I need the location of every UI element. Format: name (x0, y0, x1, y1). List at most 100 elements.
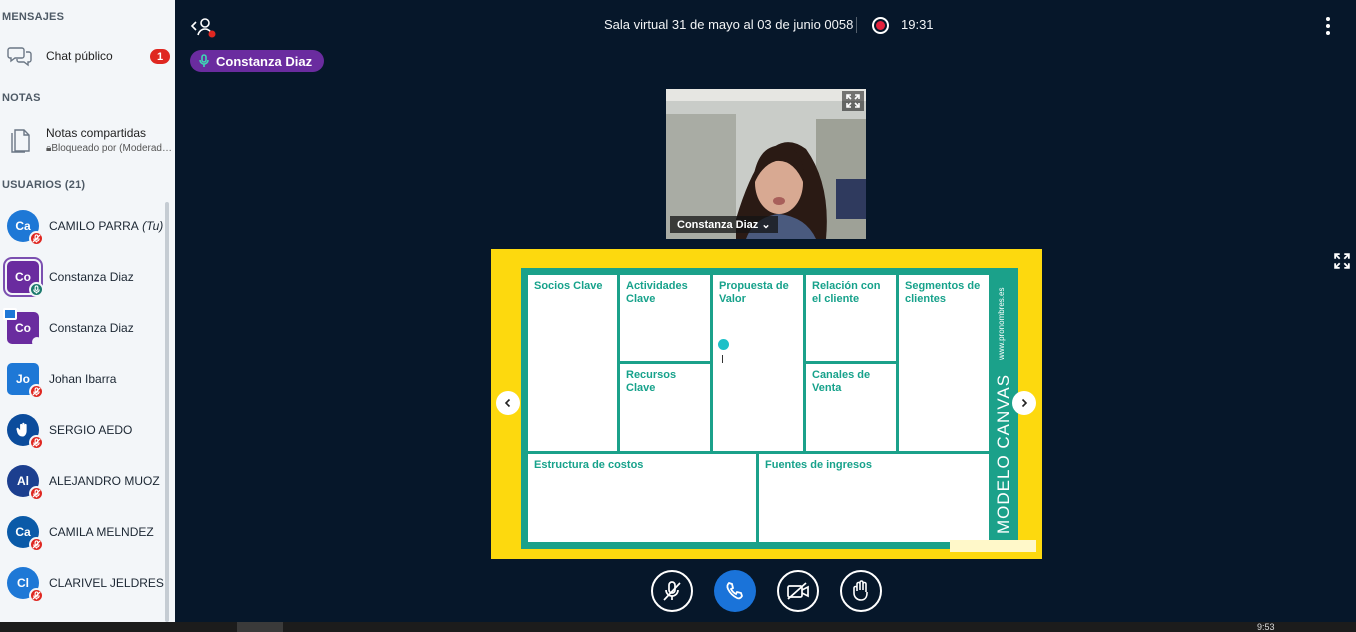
options-menu-button[interactable] (1318, 15, 1338, 37)
business-model-canvas: Socios Clave Actividades Clave Recursos … (521, 268, 1018, 549)
microphone-muted-icon (29, 588, 44, 603)
webcam-name-label[interactable]: Constanza Diaz ⌄ (670, 216, 778, 233)
cell-recursos: Recursos Clave (620, 364, 710, 451)
notes-section-title: NOTAS (2, 92, 41, 104)
avatar-initials: Al (17, 474, 29, 488)
taskbar-app-button[interactable] (237, 622, 283, 632)
toggle-user-list-button[interactable] (189, 14, 219, 40)
user-list-item[interactable]: Jo Johan Ibarra (0, 354, 166, 404)
chat-bubbles-icon (6, 42, 34, 70)
slide-toolbar[interactable] (950, 540, 1036, 552)
avatar (7, 414, 44, 450)
status-dot (32, 337, 42, 347)
user-list-item[interactable]: Co Constanza Diaz (0, 252, 166, 302)
microphone-muted-icon (29, 537, 44, 552)
user-list-item[interactable]: Al ALEJANDRO MUOZ (0, 456, 166, 506)
you-marker: (Tu) (138, 219, 164, 233)
user-name: ALEJANDRO MUOZ (49, 474, 160, 488)
user-name-text: CAMILO PARRA (49, 219, 139, 233)
user-list-item[interactable]: Ca CAMILO PARRA (Tu) (0, 201, 166, 251)
cell-socios-label: Socios Clave (534, 280, 603, 292)
shared-notes-item[interactable]: Notas compartidas 🔒︎Bloqueado por (Moder… (0, 122, 175, 158)
user-name: Constanza Diaz (49, 270, 134, 284)
shared-notes-status: Bloqueado por (Moderad… (51, 143, 172, 154)
cell-fuentes-label: Fuentes de ingresos (765, 459, 872, 471)
user-list-item[interactable]: SERGIO AEDO (0, 405, 166, 455)
microphone-muted-icon (663, 581, 681, 601)
cell-segmentos-label: Segmentos de clientes (905, 280, 981, 305)
hand-icon (853, 580, 868, 601)
users-section-title: USUARIOS (21) (2, 179, 86, 191)
public-chat-label: Chat público (46, 49, 113, 63)
user-name: CLARIVEL JELDRES (49, 576, 164, 590)
avatar-initials: Ca (15, 525, 31, 539)
avatar: Jo (7, 363, 44, 399)
user-name: Johan Ibarra (49, 372, 116, 386)
presentation-fullscreen-button[interactable] (1334, 253, 1350, 274)
user-list-panel: MENSAJES Chat público 1 NOTAS Notas comp… (0, 0, 175, 622)
cell-recursos-label: Recursos Clave (626, 369, 677, 394)
room-title: Sala virtual 31 de mayo al 03 de junio 0… (604, 17, 854, 32)
cell-estructura: Estructura de costos (528, 454, 756, 542)
user-name-text: Johan Ibarra (49, 372, 117, 386)
avatar: Al (7, 465, 44, 501)
os-taskbar: 9:53 (0, 622, 1356, 632)
avatar: Ca (7, 210, 44, 246)
cursor-pointer-dot (718, 339, 729, 350)
cell-propuesta: Propuesta de Valor (713, 275, 803, 451)
raise-hand-button[interactable] (840, 570, 882, 612)
expand-icon (1334, 253, 1350, 269)
talking-indicator[interactable]: Constanza Diaz (190, 50, 325, 72)
user-list-item[interactable]: Co Constanza Diaz (0, 303, 166, 353)
document-icon (6, 126, 34, 154)
chevron-down-icon: ⌄ (761, 219, 771, 231)
cell-estructura-label: Estructura de costos (534, 459, 644, 471)
user-list-item[interactable]: Ca CAMILA MELNDEZ (0, 507, 166, 557)
canvas-vertical-title: MODELO CANVAS (994, 373, 1013, 534)
webcam-fullscreen-button[interactable] (842, 91, 864, 111)
phone-icon (726, 581, 743, 600)
microphone-muted-icon (29, 231, 44, 246)
cell-propuesta-label: Propuesta de Valor (719, 280, 789, 305)
recording-time: 19:31 (901, 17, 934, 32)
user-name-text: Constanza Diaz (49, 270, 134, 284)
recording-indicator-icon[interactable] (872, 17, 889, 34)
user-name-text: ALEJANDRO MUOZ (49, 474, 160, 488)
unread-badge: 1 (150, 49, 170, 64)
avatar: Ca (7, 516, 44, 552)
user-name: CAMILA MELNDEZ (49, 525, 154, 539)
previous-slide-button[interactable] (496, 391, 520, 415)
taskbar-clock: 9:53 (1257, 622, 1275, 632)
cell-segmentos: Segmentos de clientes (899, 275, 989, 451)
user-name: CAMILO PARRA (Tu) (49, 219, 163, 233)
share-webcam-button[interactable] (777, 570, 819, 612)
cell-actividades-label: Actividades Clave (626, 280, 688, 305)
avatar-initials: Co (15, 321, 31, 335)
header-divider (856, 17, 857, 33)
cell-canales-label: Canales de Venta (812, 369, 871, 394)
presenter-icon (3, 308, 17, 320)
public-chat-item[interactable]: Chat público 1 (0, 40, 175, 72)
cell-relacion: Relación con el cliente (806, 275, 896, 361)
chevron-left-icon (504, 398, 511, 408)
webcam-video[interactable]: Constanza Diaz ⌄ (666, 89, 866, 239)
cell-relacion-label: Relación con el cliente (812, 280, 881, 305)
user-name: SERGIO AEDO (49, 423, 132, 437)
expand-icon (846, 94, 860, 108)
avatar-initials: Cl (17, 576, 29, 590)
user-name-text: Constanza Diaz (49, 321, 134, 335)
cell-actividades: Actividades Clave (620, 275, 710, 361)
unmute-microphone-button[interactable] (651, 570, 693, 612)
next-slide-button[interactable] (1012, 391, 1036, 415)
user-list-scrollbar[interactable] (165, 202, 169, 622)
user-list-item[interactable]: Cl CLARIVEL JELDRES (0, 558, 166, 608)
avatar: Cl (7, 567, 44, 603)
user-name-text: CAMILA MELNDEZ (49, 525, 154, 539)
avatar-initials: Jo (15, 372, 30, 386)
leave-audio-button[interactable] (714, 570, 756, 612)
microphone-icon (29, 282, 44, 297)
microphone-muted-icon (29, 486, 44, 501)
presentation-slide[interactable]: Socios Clave Actividades Clave Recursos … (491, 249, 1042, 559)
cell-canales: Canales de Venta (806, 364, 896, 451)
talking-indicator-label: Constanza Diaz (216, 53, 313, 69)
